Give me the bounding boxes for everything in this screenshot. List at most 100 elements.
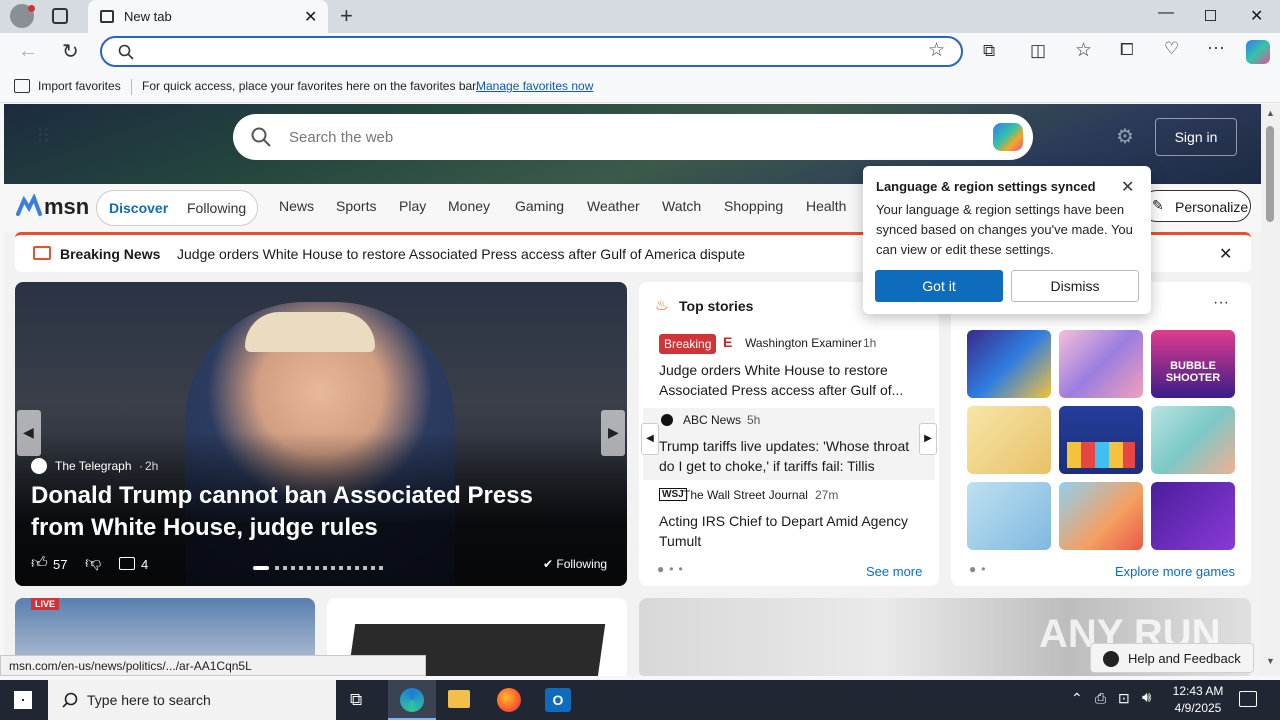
game-tile-bubble-shooter[interactable]: BUBBLE SHOOTER — [1151, 330, 1235, 398]
windows-start-icon[interactable] — [14, 691, 32, 709]
nav-weather[interactable]: Weather — [587, 198, 640, 214]
scroll-thumb[interactable] — [1266, 126, 1274, 222]
minimize-button[interactable]: — — [1158, 4, 1174, 22]
page-scrollbar[interactable]: ▲ ▼ — [1261, 104, 1280, 676]
carousel-active-dot[interactable] — [253, 566, 269, 570]
collections-icon[interactable]: ⧠ — [1120, 40, 1134, 60]
explore-games-link[interactable]: Explore more games — [1115, 564, 1235, 579]
msn-logo-text: msn — [44, 194, 90, 219]
settings-gear-icon[interactable]: ⚙ — [1116, 124, 1134, 149]
clock-date[interactable]: 4/9/2025 — [1170, 701, 1226, 715]
web-search-box[interactable]: Search the web — [233, 114, 1033, 160]
game-tile-hospital[interactable] — [1151, 406, 1235, 474]
story2-headline[interactable]: Trump tariffs live updates: 'Whose throa… — [659, 436, 921, 476]
feedback-label: Help and Feedback — [1128, 651, 1241, 666]
game-tile-blocks[interactable] — [1059, 406, 1143, 474]
nav-shopping[interactable]: Shopping — [724, 198, 783, 214]
live-badge: LIVE — [31, 598, 60, 610]
story-headline[interactable]: Donald Trump cannot ban Associated Press… — [31, 480, 591, 544]
show-hidden-icons[interactable]: ⌃ — [1071, 690, 1083, 707]
extensions-icon[interactable]: ⧉ — [983, 41, 995, 61]
notifications-icon[interactable] — [1239, 691, 1257, 707]
following-badge[interactable]: ✔ Following — [543, 557, 607, 571]
comment-icon[interactable] — [119, 557, 135, 570]
copilot-icon[interactable] — [993, 123, 1023, 151]
volume-icon[interactable]: 🔊︎ — [1142, 689, 1151, 706]
task-view-icon[interactable]: ⧉ — [350, 690, 362, 710]
scroll-up-icon[interactable]: ▲ — [1266, 108, 1275, 118]
address-bar[interactable]: ☆ — [100, 36, 963, 67]
got-it-button[interactable]: Got it — [875, 270, 1003, 302]
apps-grid-icon[interactable]: ⠿ — [36, 124, 51, 149]
copilot-icon[interactable] — [1246, 40, 1270, 64]
story1-source[interactable]: Washington Examiner — [745, 336, 862, 350]
msn-logo-icon[interactable] — [16, 194, 42, 218]
nav-health[interactable]: Health — [806, 198, 846, 214]
refresh-button[interactable]: ↻ — [62, 39, 79, 64]
nav-news[interactable]: News — [279, 198, 314, 214]
sign-in-button[interactable]: Sign in — [1155, 118, 1237, 156]
browser-essentials-icon[interactable]: ♡ — [1164, 39, 1179, 59]
tab-following[interactable]: Following — [187, 200, 246, 216]
outlook-icon[interactable]: O — [545, 688, 571, 712]
close-banner-icon[interactable]: ✕ — [1219, 244, 1232, 264]
next-story-button[interactable]: ▶ — [919, 423, 937, 455]
like-icon[interactable]: 👍︎ — [31, 554, 48, 573]
popup-body: Your language & region settings have bee… — [876, 202, 1133, 257]
split-screen-icon[interactable]: ◫ — [1030, 41, 1046, 61]
carousel-dots[interactable] — [275, 566, 387, 570]
game-tile-character[interactable] — [1059, 482, 1143, 550]
restore-button[interactable] — [1205, 10, 1216, 21]
nav-gaming[interactable]: Gaming — [515, 198, 564, 214]
story2-source[interactable]: ABC News — [683, 413, 741, 427]
tray-device-icon[interactable]: ⎙ — [1095, 690, 1106, 707]
hero-story-card[interactable]: ◀ ▶ The Telegraph · 2h Donald Trump cann… — [15, 282, 627, 586]
game-tile-gems[interactable] — [967, 330, 1051, 398]
tab-title: New tab — [124, 9, 172, 24]
prev-slide-button[interactable]: ◀ — [17, 410, 41, 456]
game-tile-arrow[interactable] — [1151, 482, 1235, 550]
close-popup-icon[interactable]: ✕ — [1121, 177, 1134, 197]
favorites-icon[interactable]: ☆ — [1075, 39, 1092, 62]
story-source[interactable]: The Telegraph — [55, 459, 132, 473]
pager-dots[interactable]: ●•• — [657, 562, 688, 576]
nav-watch[interactable]: Watch — [662, 198, 701, 214]
new-tab-button[interactable]: + — [340, 3, 353, 29]
scroll-down-icon[interactable]: ▼ — [1266, 656, 1275, 666]
nav-money[interactable]: Money — [448, 198, 490, 214]
more-options-icon[interactable]: ··· — [1213, 294, 1229, 312]
clock-time[interactable]: 12:43 AM — [1170, 684, 1226, 698]
game-tile-thief[interactable] — [967, 482, 1051, 550]
breaking-headline[interactable]: Judge orders White House to restore Asso… — [177, 246, 745, 262]
help-feedback-button[interactable]: Help and Feedback — [1090, 643, 1254, 673]
firefox-icon[interactable] — [497, 688, 521, 712]
favorite-star-icon[interactable]: ☆ — [928, 39, 945, 62]
story3-source[interactable]: The Wall Street Journal — [683, 488, 808, 502]
taskbar-search[interactable]: Type here to search — [48, 680, 336, 720]
dislike-icon[interactable]: 👎︎ — [85, 554, 101, 573]
personalize-button[interactable]: ✎ Personalize — [1141, 190, 1251, 222]
nav-sports[interactable]: Sports — [336, 198, 376, 214]
more-menu-icon[interactable]: ··· — [1207, 37, 1225, 58]
prev-story-button[interactable]: ◀ — [641, 423, 659, 455]
close-tab-icon[interactable]: ✕ — [304, 7, 317, 27]
tab-actions-icon[interactable] — [52, 8, 68, 24]
active-tab[interactable]: New tab ✕ — [88, 0, 328, 33]
story3-headline[interactable]: Acting IRS Chief to Depart Amid Agency T… — [659, 511, 923, 551]
game-tile-makeup[interactable] — [1059, 330, 1143, 398]
see-more-link[interactable]: See more — [866, 564, 922, 579]
games-pager-dots[interactable]: ●• — [969, 562, 990, 576]
tab-discover[interactable]: Discover — [109, 200, 168, 216]
taskbar-edge-active[interactable] — [388, 680, 436, 720]
game-tile-cat[interactable] — [967, 406, 1051, 474]
dismiss-button[interactable]: Dismiss — [1011, 270, 1139, 302]
file-explorer-icon[interactable] — [448, 690, 470, 708]
import-favorites-button[interactable]: Import favorites — [38, 79, 121, 93]
next-slide-button[interactable]: ▶ — [601, 410, 625, 456]
back-button[interactable]: ← — [18, 40, 38, 63]
network-icon[interactable]: ⊡ — [1118, 690, 1130, 707]
manage-favorites-link[interactable]: Manage favorites now — [476, 79, 593, 93]
story1-headline[interactable]: Judge orders White House to restore Asso… — [659, 360, 923, 400]
close-window-button[interactable]: ✕ — [1250, 6, 1263, 26]
nav-play[interactable]: Play — [399, 198, 426, 214]
